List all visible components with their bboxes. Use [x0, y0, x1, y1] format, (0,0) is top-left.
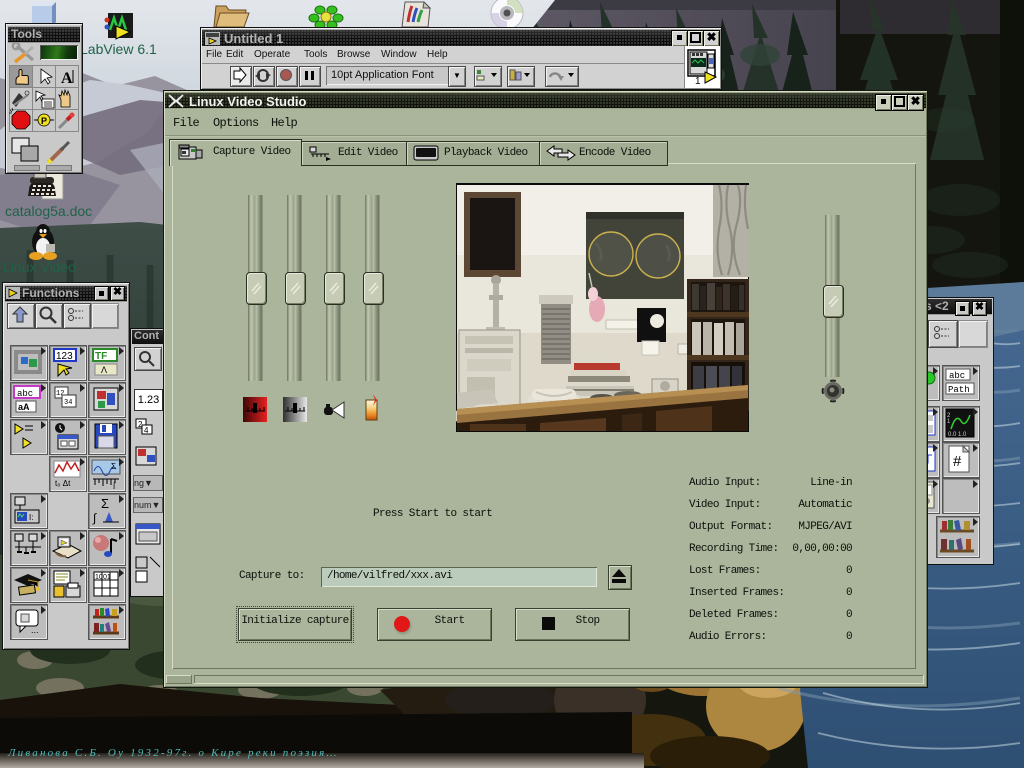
svg-text:A: A — [61, 70, 73, 87]
svg-text:#: # — [953, 453, 962, 470]
svg-text:Ливанова С.Б. Оу 1932-97г.: Ливанова С.Б. Оу 1932-97г. о Кире реки п… — [7, 747, 338, 759]
svg-text:TF: TF — [95, 351, 107, 362]
svg-text:...: ... — [31, 625, 39, 635]
svg-text:I:: I: — [29, 513, 33, 522]
svg-text:P: P — [41, 116, 47, 126]
svg-text:01: 01 — [103, 574, 111, 581]
svg-text:10: 10 — [95, 574, 103, 581]
svg-text:aA: aA — [18, 402, 30, 412]
svg-text:Λ: Λ — [101, 365, 107, 375]
svg-text:34: 34 — [64, 399, 72, 407]
svg-text:t₀ Δt: t₀ Δt — [55, 479, 71, 488]
svg-text:Path: Path — [948, 385, 970, 395]
svg-text:4: 4 — [144, 426, 149, 435]
svg-text:∫: ∫ — [92, 511, 97, 525]
svg-text:abc: abc — [949, 371, 965, 381]
svg-text:1: 1 — [695, 76, 701, 86]
svg-text:0.0 1.0: 0.0 1.0 — [948, 432, 967, 438]
svg-text:Σ: Σ — [111, 462, 116, 471]
svg-text:123: 123 — [56, 351, 73, 362]
svg-text:2: 2 — [138, 420, 143, 429]
svg-text:abc: abc — [17, 389, 33, 399]
svg-text:Σ: Σ — [101, 496, 109, 511]
